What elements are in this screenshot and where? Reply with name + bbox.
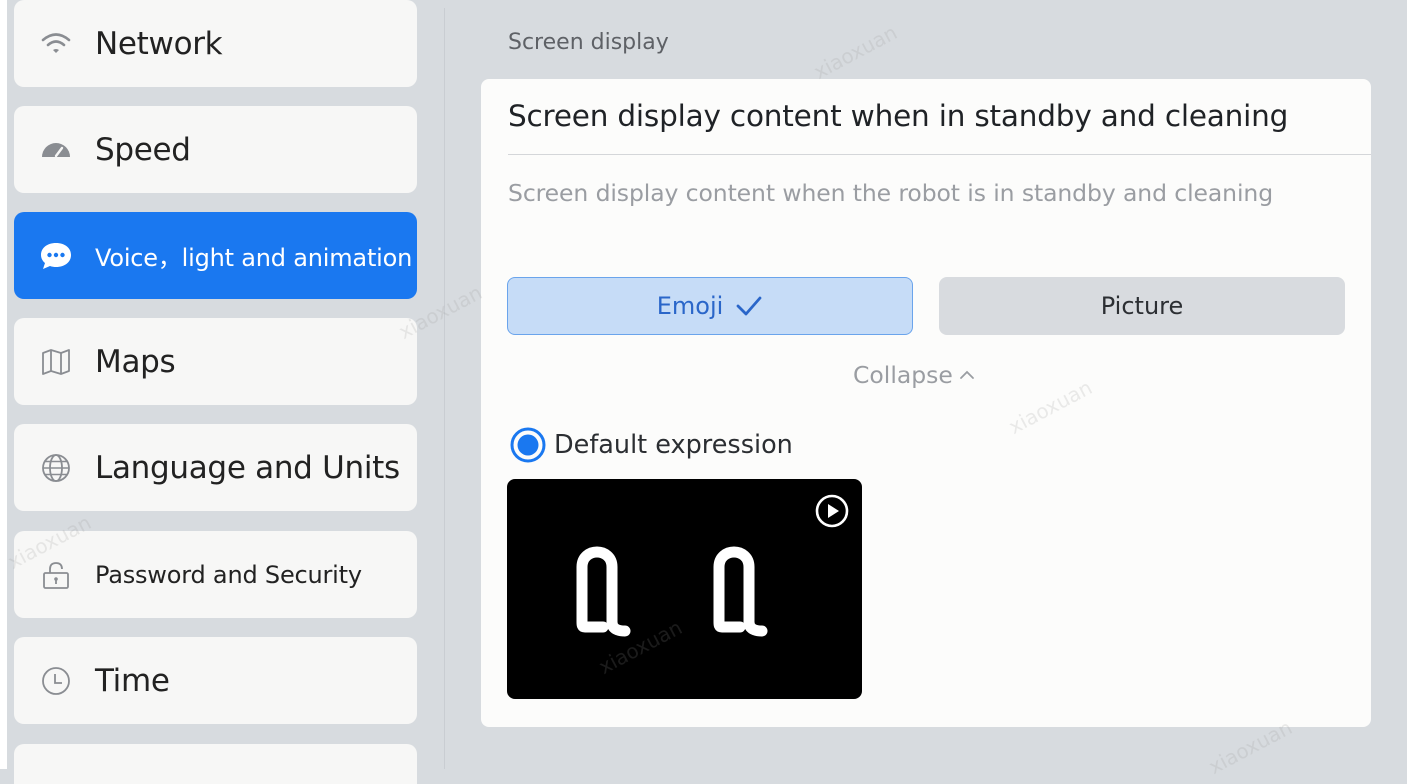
globe-icon [36, 448, 76, 488]
sidebar-item-label: Language and Units [95, 449, 400, 486]
picture-option-button[interactable]: Picture [939, 277, 1345, 335]
clock-icon [36, 661, 76, 701]
sidebar-item-time[interactable]: Time [14, 637, 417, 724]
sidebar: Network Speed Voice，light and animation [0, 0, 445, 784]
sidebar-item-language-units[interactable]: Language and Units [14, 424, 417, 511]
default-expression-label: Default expression [554, 430, 793, 460]
collapse-toggle[interactable]: Collapse [853, 361, 975, 389]
chat-bubble-icon [36, 236, 76, 276]
chevron-up-icon [959, 370, 975, 380]
emoji-option-label: Emoji [656, 292, 724, 320]
expression-preview[interactable] [507, 479, 862, 699]
sidebar-item-label: Maps [95, 343, 176, 380]
sidebar-item-more[interactable] [14, 744, 417, 784]
radio-selected-icon[interactable] [510, 427, 546, 463]
collapse-label: Collapse [853, 361, 953, 389]
screen-display-card: Screen display content when in standby a… [481, 79, 1371, 727]
left-edge [0, 0, 7, 769]
sidebar-item-maps[interactable]: Maps [14, 318, 417, 405]
sidebar-item-label: Time [95, 662, 170, 699]
checkmark-icon [735, 295, 763, 317]
sidebar-divider [444, 8, 445, 769]
default-expression-option[interactable]: Default expression [510, 427, 793, 463]
play-icon[interactable] [814, 493, 850, 533]
card-heading: Screen display content when in standby a… [508, 99, 1289, 133]
sidebar-item-password-security[interactable]: Password and Security [14, 531, 417, 618]
sidebar-item-label: Password and Security [95, 560, 362, 589]
sidebar-item-speed[interactable]: Speed [14, 106, 417, 193]
sidebar-item-label: Speed [95, 131, 191, 168]
emoji-eyes-image [576, 546, 768, 637]
lock-icon [36, 555, 76, 595]
sidebar-item-voice-light-animation[interactable]: Voice，light and animation [14, 212, 417, 299]
map-icon [36, 342, 76, 382]
picture-option-label: Picture [1100, 292, 1184, 320]
wifi-icon [36, 24, 76, 64]
watermark: xiaoxuan [809, 20, 902, 84]
divider [508, 154, 1371, 155]
sidebar-item-label: Voice，light and animation [95, 244, 413, 272]
speedometer-icon [36, 130, 76, 170]
card-description: Screen display content when the robot is… [508, 179, 1274, 207]
section-title: Screen display [508, 30, 669, 55]
sidebar-item-label: Network [95, 25, 223, 62]
emoji-option-button[interactable]: Emoji [507, 277, 913, 335]
sidebar-item-network[interactable]: Network [14, 0, 417, 87]
